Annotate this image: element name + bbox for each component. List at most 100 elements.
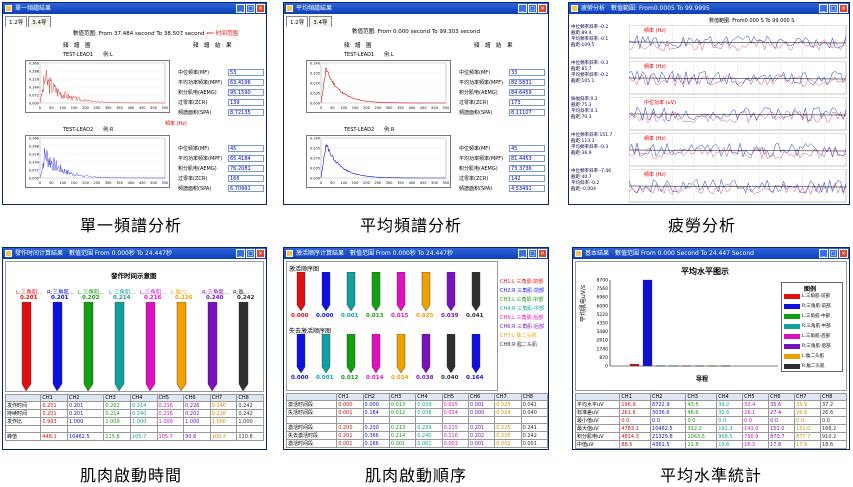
result-value-field[interactable]: 173 [509,99,545,106]
tab-leads-34[interactable]: 3.4导 [28,16,51,27]
result-value-field[interactable]: 53 [228,69,264,76]
result-value-field[interactable]: 8.11107 [509,109,545,116]
result-value-field[interactable]: 63.4196 [228,79,264,86]
app-icon [5,5,12,12]
result-value-field[interactable]: 6.70991 [228,185,264,192]
tab-leads-12[interactable]: 1.2导 [286,16,309,27]
result-value-field[interactable]: 142 [509,175,545,182]
onset-bar-shape [176,302,187,392]
minimize-button[interactable]: _ [518,4,527,13]
x-tick-label: 350 [397,181,404,185]
order-legend-item: CH2:R 三角肌-前部 [500,288,544,294]
result-value-field[interactable]: 65.4184 [228,155,264,162]
maximize-button[interactable]: □ [829,249,838,258]
window-title: 基本结果 數值范围 From 0.000 Second To 24.447 Se… [585,250,754,257]
minimize-button[interactable]: _ [236,4,245,13]
x-tick-label: 150 [71,181,78,185]
table-cell: 0.214 [388,431,417,440]
tab-leads-34[interactable]: 3.4导 [309,16,332,27]
x-tick-label: 200 [363,106,370,110]
order-bar-shape [296,272,306,312]
onset-bar-shape [207,302,218,392]
tab-leads-12[interactable]: 1.2导 [5,16,28,27]
legend-swatch [784,303,800,309]
result-value-field[interactable]: 45 [228,145,264,152]
table-cell: 17.9 [794,440,821,449]
result-value-field[interactable]: 166 [228,175,264,182]
table-cell: 0.001 [520,439,548,448]
table-cell: 0.201 [467,423,496,432]
close-button[interactable]: × [256,249,265,258]
result-label: 平均功率頻率(MPF) [178,80,223,86]
order-value: 0.001 [341,313,359,319]
result-value-field[interactable]: 76.2081 [228,165,264,172]
result-value-field[interactable]: 33 [509,69,545,76]
fatigue-row-name: 頻率 (Hz) [644,28,666,34]
result-value-field[interactable]: 73.3736 [509,165,545,172]
close-button[interactable]: × [538,4,547,13]
close-button[interactable]: × [839,249,848,258]
maximize-button[interactable]: □ [829,4,838,13]
minimize-button[interactable]: _ [236,249,245,258]
close-button[interactable]: × [538,249,547,258]
level-titlebar: 基本结果 數值范围 From 0.000 Second To 24.447 Se… [573,248,849,259]
table-cell: 积分肌电uV [574,432,621,441]
result-value-field[interactable]: 45 [509,145,545,152]
result-value-field[interactable]: 95.1590 [228,89,264,96]
x-tick-label: 100 [59,106,66,110]
legend-text: L:三角肌-中部 [802,314,831,319]
result-value-field[interactable]: 81.4453 [509,155,545,162]
maximize-button[interactable]: □ [246,249,255,258]
table-row: 持续时间 0.201 0.201 0.214 0.240 0.216 0.202 0.226 0… [4,409,264,418]
maximize-button[interactable]: □ [528,249,537,258]
x-tick-label: 0 [320,106,322,110]
x-tick-label: 100 [340,106,347,110]
table-cell: 0.0 [619,416,652,425]
table-row: 标准差uV 261.6 3036.6 46.6 30.6 26.1 27.4 26.8 26.6 [574,408,847,417]
result-value-field[interactable]: 4.53491 [509,185,545,192]
table-row: 失去激活时段 0.201 0.366 0.214 0.240 0.216 0.202 0.22… [285,431,548,440]
maximize-button[interactable]: □ [246,4,255,13]
result-label: 过零率(ZCR) [459,100,489,106]
minimize-button[interactable]: _ [819,249,828,258]
level-legend-item: R:三角肌-中部 [784,323,831,329]
order-bar [396,272,406,312]
table-cell: 持续时间 [4,409,42,418]
x-tick-label: 450 [139,106,146,110]
close-button[interactable]: × [256,4,265,13]
legend-swatch [784,353,800,359]
table-row: 积分肌电uV 4814.3 21325.8 1063.5 958.5 790.9 870.7… [574,432,847,441]
table-header-cell: CH2 [650,393,687,401]
result-value-field[interactable]: 139 [228,99,264,106]
caption-level: 平均水準統計 [660,466,763,485]
order-bar-shape [396,272,406,312]
table-cell [285,416,338,424]
y-tick-label: 0.144 [29,86,40,90]
x-tick-label: 550 [162,181,169,185]
table-cell: 46.6 [685,408,718,417]
result-value-field[interactable]: 82.5831 [509,79,545,86]
close-button[interactable]: × [839,4,848,13]
onset-channel-value: 0.242 [237,295,255,301]
y-tick-label: 0.070 [310,157,320,161]
y-tick-label: 0.140 [310,62,320,66]
table-cell: 115.8 [103,432,131,441]
table-cell: 0.240 [209,401,238,410]
order-bar [346,272,356,312]
range-text: 數值范圍: From 37.484 second To 38.507 secon… [73,31,205,37]
result-value-field[interactable]: 84.6459 [509,89,545,96]
table-cell: 191.3 [716,424,744,433]
table-cell: 0.001 [388,439,417,448]
maximize-button[interactable]: □ [528,4,537,13]
table-header-cell: CH4 [415,393,443,401]
result-value-field[interactable]: 8.72135 [228,109,264,116]
minimize-button[interactable]: _ [518,249,527,258]
onset-bar-shape [145,302,156,392]
table-cell: 448.1 [40,432,68,441]
table-header-cell: CH6 [768,393,796,401]
table-cell: 0.242 [236,409,264,418]
minimize-button[interactable]: _ [819,4,828,13]
range-note: ⟸ 时间范围 [206,31,238,37]
x-tick-label: 350 [116,106,123,110]
table-row: 发作时间 0.201 0.201 0.202 0.214 0.216 0.226 0.240 0… [4,401,264,410]
